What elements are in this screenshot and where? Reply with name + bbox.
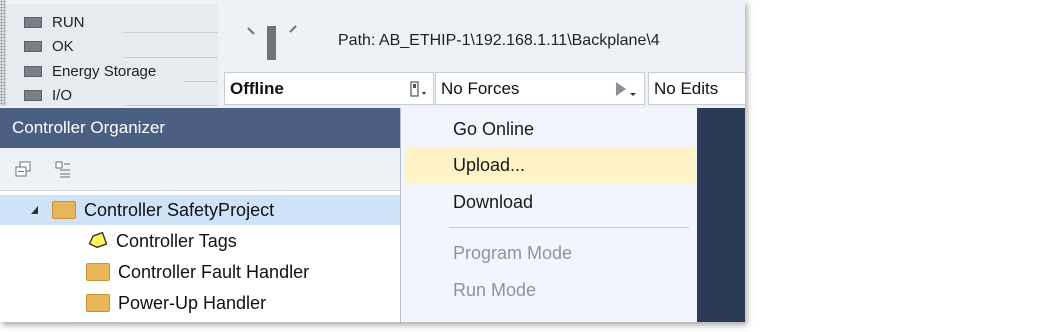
menu-item-run-mode: Run Mode [405, 273, 695, 308]
menu-item-go-online[interactable]: Go Online [405, 112, 695, 147]
menu-item-label: Program Mode [453, 243, 573, 263]
tree-item-label: Controller SafetyProject [84, 199, 275, 220]
menu-item-label: Download [453, 192, 534, 212]
menu-item-program-mode: Program Mode [405, 236, 695, 271]
edits-status[interactable]: No Edits [648, 72, 745, 105]
status-io: I/O [24, 84, 72, 106]
online-mode-dropdown[interactable]: Offline [224, 72, 434, 105]
collapse-all-icon[interactable] [14, 160, 32, 178]
path-label: Path: [338, 32, 376, 49]
tree-item-label: Controller Fault Handler [118, 261, 310, 282]
menu-item-label: Upload... [453, 155, 526, 175]
expand-arrow-icon[interactable] [28, 203, 42, 217]
status-run: RUN [24, 11, 85, 33]
folder-icon [52, 201, 76, 219]
menu-item-label: Go Online [453, 119, 535, 139]
divider [124, 57, 218, 58]
tree-item-label: Power-Up Handler [118, 292, 267, 313]
io-led-icon [24, 89, 42, 101]
folder-icon [86, 294, 110, 312]
status-energy-storage: Energy Storage [24, 60, 156, 82]
divider [124, 105, 218, 106]
organizer-title-bar: Controller Organizer [0, 108, 400, 148]
forces-dropdown-icon[interactable] [610, 79, 644, 99]
forces-dropdown[interactable]: No Forces [435, 72, 645, 105]
run-led-icon [24, 16, 42, 28]
tree-item-controller-tags[interactable]: Controller Tags [86, 226, 237, 256]
menu-item-upload[interactable]: Upload... [405, 148, 695, 183]
status-run-label: RUN [52, 13, 85, 31]
studio-window: RUN OK Energy Storage I/O Path: AB_ETHIP… [0, 0, 745, 322]
workspace-background [696, 108, 745, 322]
folder-icon [86, 263, 110, 281]
menu-item-label: Run Mode [453, 280, 537, 300]
organizer-title: Controller Organizer [12, 118, 166, 137]
divider [184, 81, 218, 82]
tree-item-label: Controller Tags [116, 230, 237, 251]
tree-item-fault-handler[interactable]: Controller Fault Handler [86, 257, 309, 287]
ok-led-icon [24, 40, 42, 52]
tree-item-power-up-handler[interactable]: Power-Up Handler [86, 288, 266, 318]
status-ok-label: OK [52, 37, 74, 55]
status-io-label: I/O [52, 86, 73, 104]
menu-separator [449, 227, 689, 228]
online-mode-menu: Go Online Upload... Download Program Mod… [400, 108, 697, 322]
energy-storage-led-icon [24, 65, 42, 77]
status-energy-storage-label: Energy Storage [52, 62, 157, 80]
keyswitch-icon [247, 25, 297, 60]
online-mode-value: Offline [230, 78, 284, 98]
status-ok: OK [24, 35, 74, 57]
expand-all-icon[interactable] [54, 160, 72, 178]
forces-value: No Forces [441, 78, 520, 98]
online-dropdown-icon[interactable] [407, 79, 433, 99]
divider [124, 32, 218, 33]
edits-value: No Edits [654, 78, 719, 98]
organizer-toolbar [0, 148, 400, 191]
tree-item-controller[interactable]: Controller SafetyProject [0, 195, 400, 225]
communication-path: Path: AB_ETHIP-1\192.168.1.11\Backplane\… [338, 32, 660, 50]
path-value: AB_ETHIP-1\192.168.1.11\Backplane\4 [378, 32, 660, 49]
organizer-tree: Controller SafetyProject Controller Tags… [0, 191, 400, 322]
tag-icon [88, 232, 108, 249]
menu-item-download[interactable]: Download [405, 185, 695, 220]
